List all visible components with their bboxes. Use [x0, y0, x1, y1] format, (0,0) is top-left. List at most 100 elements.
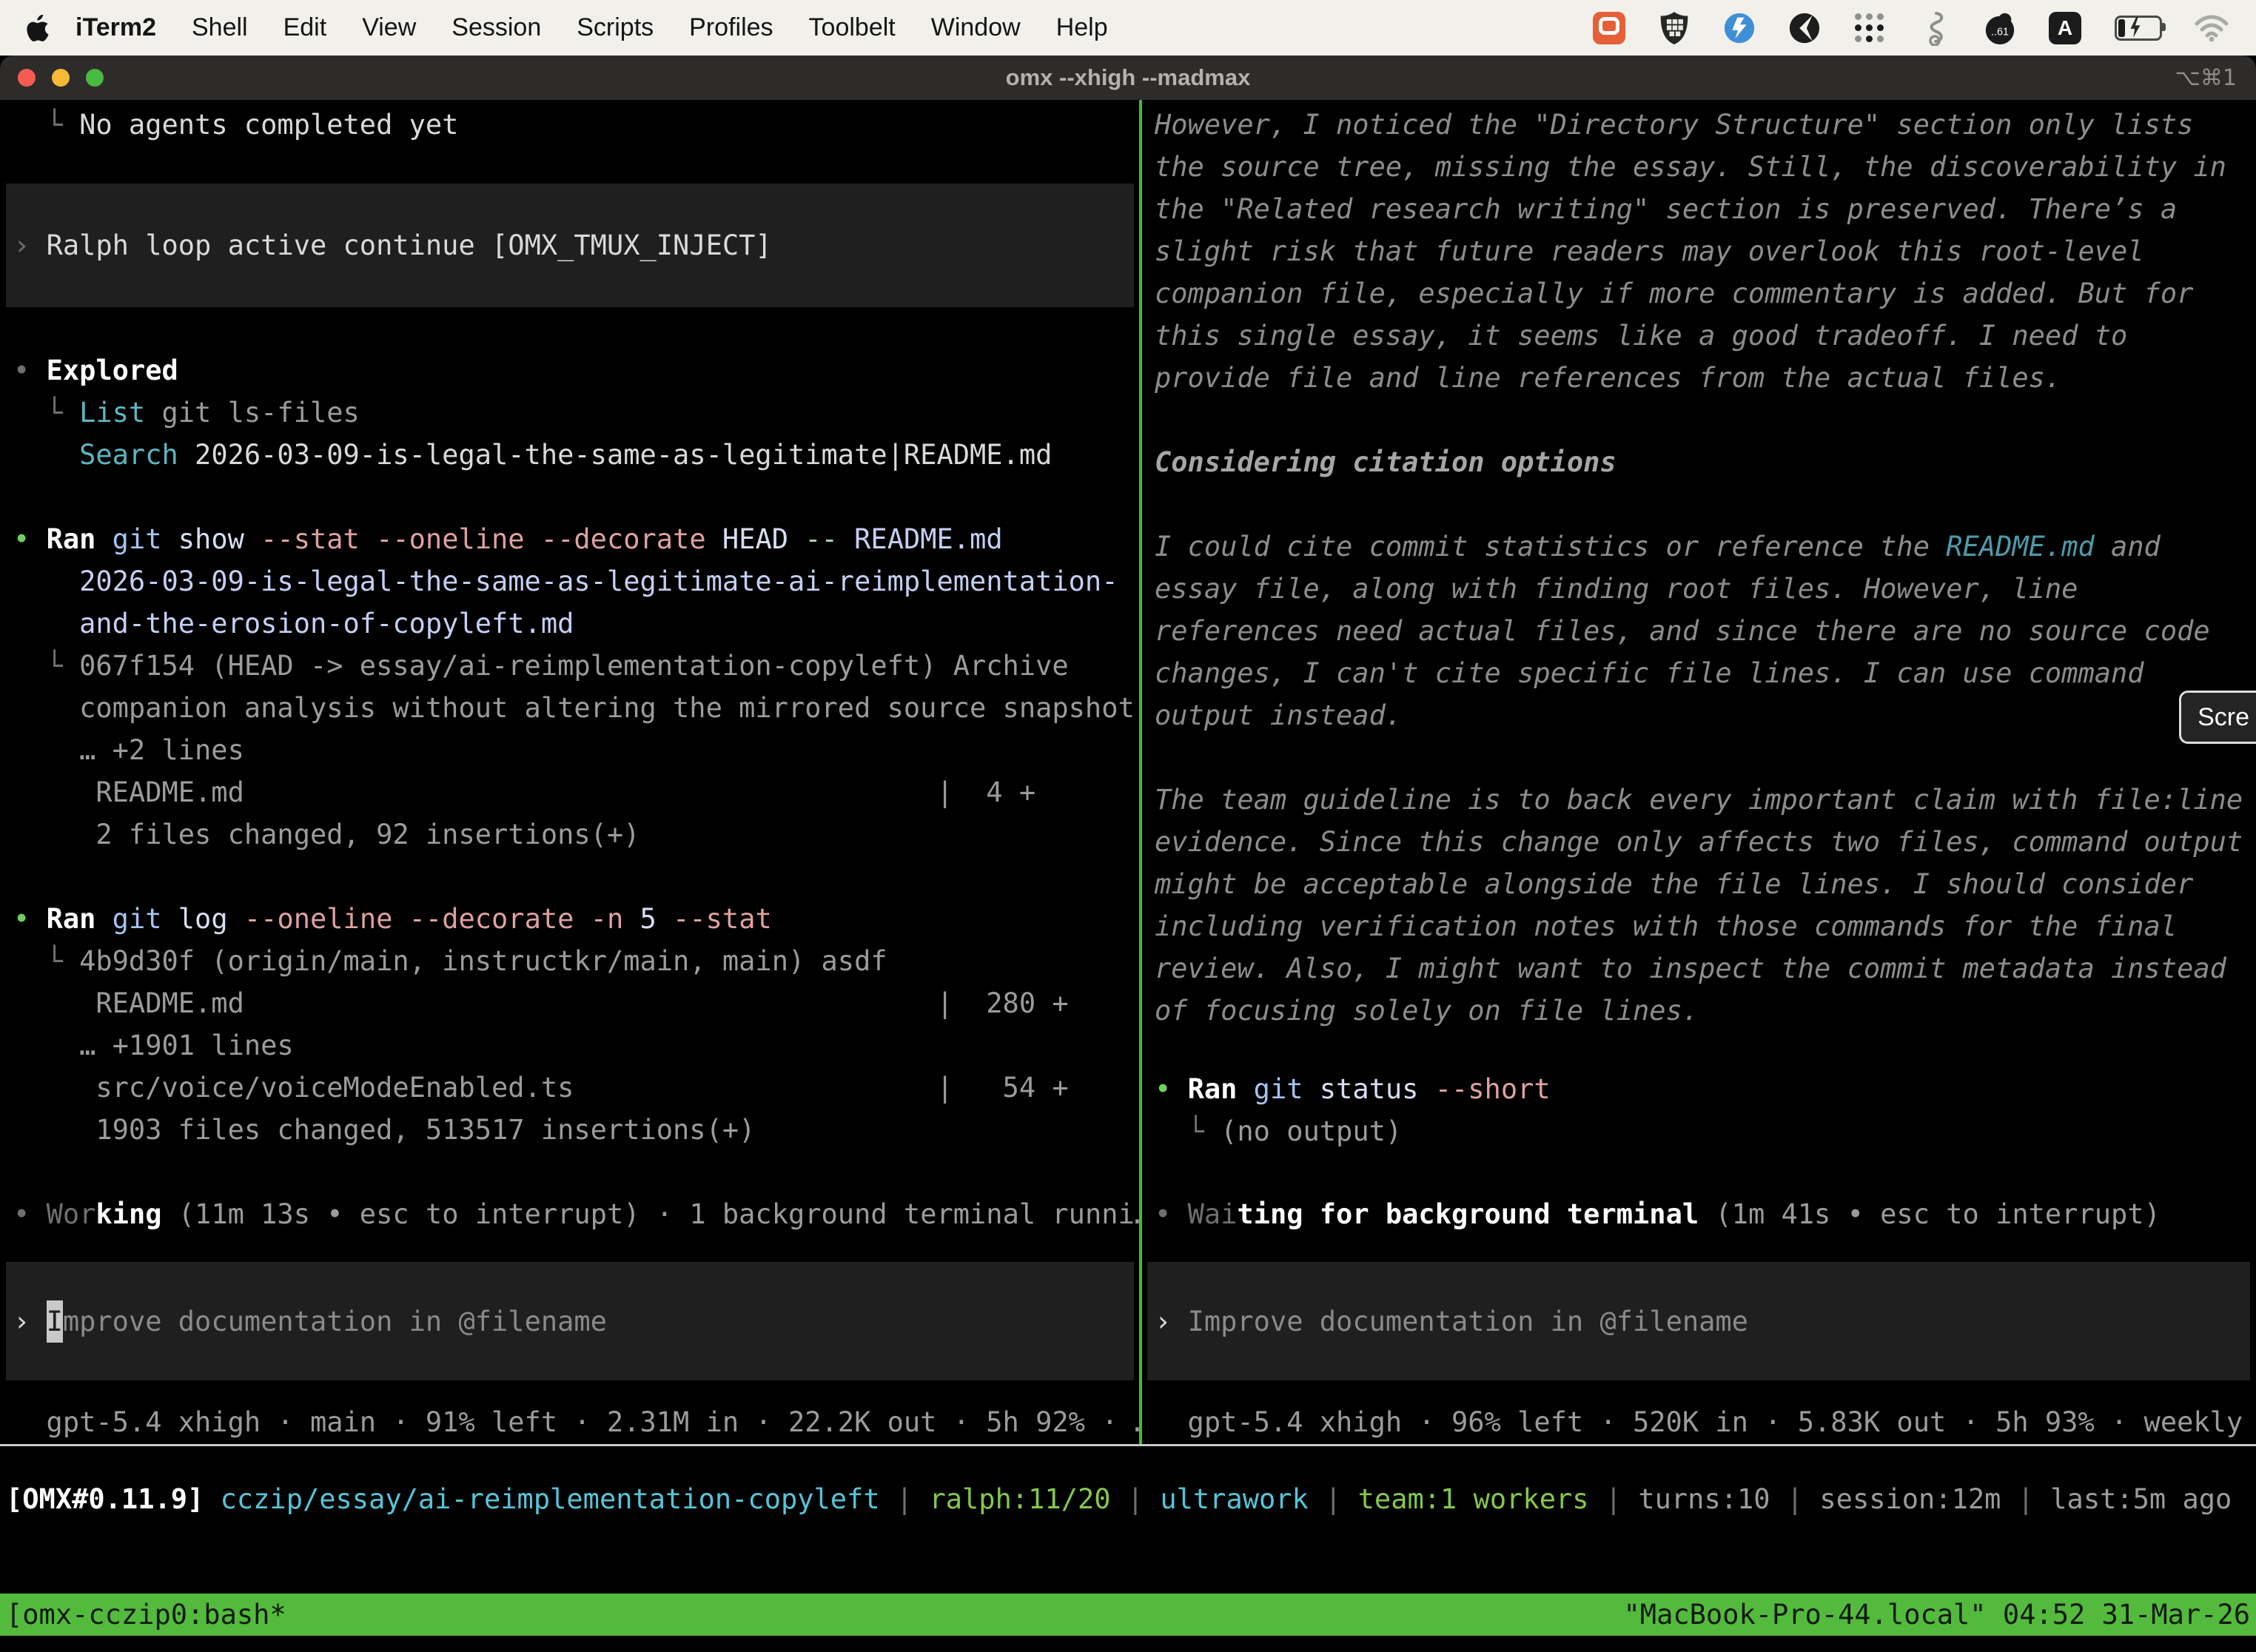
menu-item-view[interactable]: View	[344, 13, 434, 41]
text-segment: show	[162, 523, 261, 555]
menu-item-iterm2[interactable]: iTerm2	[62, 13, 174, 41]
reasoning-line: this single essay, it seems like a good …	[1155, 315, 2256, 357]
shield-grid-icon[interactable]	[1656, 10, 1692, 46]
menu-item-session[interactable]: Session	[434, 13, 559, 41]
text-segment: The team guideline is to back every impo…	[1155, 784, 2243, 816]
text-segment: •	[13, 1198, 47, 1230]
text-segment: 2026-03-09-is-legal-the-same-as-legitima…	[178, 439, 1053, 471]
text-segment: status	[1303, 1073, 1435, 1105]
spacer	[1155, 1380, 2256, 1401]
pane-divider[interactable]	[1139, 100, 1142, 1444]
text-segment: git ls-files	[145, 397, 360, 429]
file-path-line: 2026-03-09-is-legal-the-same-as-legitima…	[13, 560, 1140, 602]
text-segment: review. Also, I might want to inspect th…	[1155, 953, 2226, 984]
text-segment	[392, 903, 409, 935]
text-segment: README.md | 280 +	[13, 987, 1069, 1019]
menu-item-scripts[interactable]: Scripts	[559, 13, 671, 41]
text-segment: --stat	[673, 903, 772, 935]
record-circle-icon[interactable]	[1787, 10, 1822, 46]
text-segment: |	[2001, 1483, 2050, 1515]
text-segment: provide file and line references from th…	[1155, 362, 2061, 394]
explored-list: └ List git ls-files	[13, 392, 1140, 434]
text-segment: --short	[1435, 1073, 1551, 1105]
chat-app-icon[interactable]	[1591, 10, 1627, 46]
battery-icon[interactable]	[2112, 10, 2164, 46]
text-segment: ›	[1155, 1300, 1188, 1343]
text-segment: changes, I can't cite specific file line…	[1155, 657, 2144, 689]
text-segment: mprove documentation in @filename	[63, 1300, 607, 1343]
text-segment: ting for background terminal	[1237, 1198, 1699, 1230]
session-status-line: gpt-5.4 xhigh · main · 91% left · 2.31M …	[13, 1401, 1140, 1443]
text-segment: --	[805, 523, 838, 555]
pane-right[interactable]: However, I noticed the "Directory Struct…	[1143, 100, 2256, 1444]
truncation-line: … +1901 lines	[13, 1024, 1140, 1067]
prompt-input-right[interactable]: › Improve documentation in @filename	[1147, 1262, 2250, 1380]
text-segment: •	[13, 355, 47, 386]
text-segment: --oneline	[244, 903, 392, 935]
spacer	[1155, 1032, 2256, 1068]
blue-bolt-badge-icon[interactable]	[1722, 10, 1757, 46]
reasoning-line: the source tree, missing the essay. Stil…	[1155, 146, 2256, 188]
text-segment: slight risk that future readers may over…	[1155, 235, 2144, 267]
stat-line: 1903 files changed, 513517 insertions(+)	[13, 1109, 1140, 1151]
text-segment: essay file, along with finding root file…	[1155, 573, 2078, 605]
session-status-line: gpt-5.4 xhigh · 96% left · 520K in · 5.8…	[1155, 1401, 2256, 1443]
text-segment: evidence. Since this change only affects…	[1155, 826, 2243, 858]
menu-item-edit[interactable]: Edit	[266, 13, 345, 41]
text-segment: └	[1155, 1115, 1221, 1147]
menu-item-help[interactable]: Help	[1038, 13, 1126, 41]
text-segment: |	[880, 1483, 930, 1515]
stat-line: README.md | 4 +	[13, 771, 1140, 813]
reasoning-line: references need actual files, and since …	[1155, 610, 2256, 652]
screen-tooltip[interactable]: Scre	[2179, 691, 2256, 744]
text-segment: ›	[13, 224, 47, 266]
dial-61-icon[interactable]: ..61	[1982, 10, 2018, 46]
spacer	[1155, 1235, 2256, 1262]
text-segment: However, I noticed the "Directory Struct…	[1155, 109, 2193, 141]
stat-line: README.md | 280 +	[13, 982, 1140, 1024]
prompt-input-left[interactable]: › Improve documentation in @filename	[6, 1262, 1134, 1380]
dots-grid-icon[interactable]	[1852, 10, 1887, 46]
reasoning-line: review. Also, I might want to inspect th…	[1155, 947, 2256, 990]
prompt-history-box[interactable]: › Ralph loop active continue [OMX_TMUX_I…	[6, 184, 1134, 307]
ran-git-show: • Ran git show --stat --oneline --decora…	[13, 518, 1140, 560]
text-segment: log	[162, 903, 244, 935]
tmux-status-bar: [omx-cczip0:bash* "MacBook-Pro-44.local"…	[0, 1594, 2256, 1636]
reasoning-heading: Considering citation options	[1155, 441, 2256, 483]
menu-item-toolbelt[interactable]: Toolbelt	[791, 13, 913, 41]
window-title: omx --xhigh --madmax	[0, 64, 2256, 91]
pane-left[interactable]: └ No agents completed yet› Ralph loop ac…	[0, 100, 1140, 1444]
a-app-icon[interactable]: A	[2047, 10, 2083, 46]
menu-item-window[interactable]: Window	[913, 13, 1038, 41]
explored-header: • Explored	[13, 349, 1140, 392]
text-segment: … +2 lines	[13, 734, 244, 766]
text-segment: |	[1111, 1483, 1161, 1515]
reasoning-line: of focusing solely on file lines.	[1155, 990, 2256, 1032]
tmux-session-label: [omx-cczip0:bash*	[6, 1594, 286, 1636]
spacer	[1155, 399, 2256, 441]
spacer	[1155, 483, 2256, 526]
text-segment: session:12m	[1819, 1483, 2001, 1515]
menu-item-shell[interactable]: Shell	[174, 13, 266, 41]
omx-status-segments: [OMX#0.11.9] cczip/essay/ai-reimplementa…	[6, 1478, 2256, 1520]
text-segment: HEAD	[722, 523, 788, 555]
reasoning-line: evidence. Since this change only affects…	[1155, 821, 2256, 863]
text-segment: and	[2095, 531, 2161, 563]
text-segment: Considering citation options	[1155, 446, 1617, 478]
text-segment: turns:10	[1638, 1483, 1770, 1515]
text-segment: Wai	[1188, 1198, 1238, 1230]
chat-app-glyph	[1593, 12, 1625, 44]
text-segment: |	[1589, 1483, 1639, 1515]
apple-icon[interactable]	[27, 13, 52, 43]
wifi-icon[interactable]	[2194, 10, 2229, 46]
squiggle-icon[interactable]	[1917, 10, 1953, 46]
text-segment: •	[1155, 1073, 1188, 1105]
text-segment: No agents completed yet	[79, 109, 458, 141]
menu-item-profiles[interactable]: Profiles	[671, 13, 790, 41]
reasoning-line: However, I noticed the "Directory Struct…	[1155, 104, 2256, 146]
text-segment: git	[1254, 1073, 1303, 1105]
text-segment	[706, 523, 722, 555]
text-segment: I could cite commit statistics or refere…	[1155, 531, 1946, 563]
reasoning-line: provide file and line references from th…	[1155, 357, 2256, 399]
text-segment: --stat	[261, 523, 360, 555]
